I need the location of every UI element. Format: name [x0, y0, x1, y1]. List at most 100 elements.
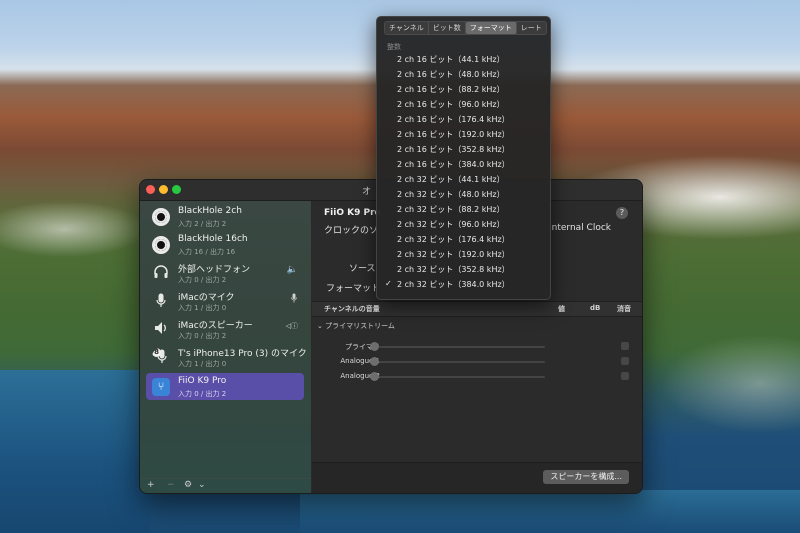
mute-checkbox[interactable] — [621, 342, 629, 350]
device-name: 外部ヘッドフォン — [178, 265, 251, 275]
mute-checkbox[interactable] — [621, 357, 629, 365]
zoom-button[interactable] — [172, 185, 181, 194]
format-menu-item[interactable]: 2 ch 32 ビット（88.2 kHz） — [377, 203, 550, 218]
channel-volume-header: チャンネルの音量 — [324, 305, 380, 313]
format-label: フォーマット — [326, 284, 381, 294]
source-label: ソース — [349, 264, 376, 274]
speaker-icon — [152, 320, 170, 338]
add-device-button[interactable]: + — [147, 480, 155, 490]
channel-row: Analogue 2 — [312, 370, 642, 384]
mute-header: 消音 — [617, 305, 631, 313]
volume-slider-knob[interactable] — [370, 372, 379, 381]
stream-label: プライマリストリーム — [325, 322, 395, 330]
format-menu-item[interactable]: 2 ch 16 ビット（352.8 kHz） — [377, 143, 550, 158]
window-title: オ — [362, 187, 372, 197]
wallpaper-water — [300, 490, 800, 533]
format-menu-item-label: 2 ch 32 ビット（352.8 kHz） — [397, 265, 510, 274]
format-menu-item[interactable]: 2 ch 32 ビット（96.0 kHz） — [377, 218, 550, 233]
sidebar-footer: + − ⚙ ⌄ — [140, 478, 311, 493]
volume-slider[interactable] — [379, 346, 545, 348]
device-io: 入力 2 / 出力 2 — [178, 220, 227, 228]
format-menu-item-label: 2 ch 32 ビット（384.0 kHz） — [397, 280, 510, 289]
minimize-button[interactable] — [159, 185, 168, 194]
format-menu-item[interactable]: 2 ch 32 ビット（44.1 kHz） — [377, 173, 550, 188]
format-menu-item[interactable]: 2 ch 32 ビット（176.4 kHz） — [377, 233, 550, 248]
db-header: dB — [590, 304, 601, 312]
microphone-icon — [290, 293, 298, 306]
format-menu-item-label: 2 ch 16 ビット（96.0 kHz） — [397, 100, 505, 109]
format-menu-item[interactable]: 2 ch 16 ビット（48.0 kHz） — [377, 68, 550, 83]
format-menu-item-label: 2 ch 16 ビット（88.2 kHz） — [397, 85, 505, 94]
format-menu-item-label: 2 ch 16 ビット（352.8 kHz） — [397, 145, 510, 154]
clock-source-label: クロックのソ — [324, 226, 379, 236]
tab-bit-depth[interactable]: ビット数 — [429, 22, 466, 34]
device-item-imac-mic[interactable]: iMacのマイク 入力 1 / 出力 0 — [146, 287, 304, 314]
format-menu-item[interactable]: 2 ch 16 ビット（44.1 kHz） — [377, 53, 550, 68]
channel-row: プライマリ — [312, 340, 642, 354]
volume-table-header: チャンネルの音量 値 dB 消音 — [312, 301, 642, 317]
device-item-blackhole-16ch[interactable]: BlackHole 16ch 入力 16 / 出力 16 — [146, 231, 304, 258]
primary-stream-disclosure[interactable]: ⌄ プライマリストリーム — [317, 321, 395, 331]
device-name: iMacのスピーカー — [178, 321, 253, 331]
help-button[interactable]: ? — [616, 207, 628, 219]
remove-device-button[interactable]: − — [167, 480, 175, 490]
format-menu-item[interactable]: 2 ch 16 ビット（96.0 kHz） — [377, 98, 550, 113]
device-name: FiiO K9 Pro — [178, 376, 227, 386]
device-item-imac-speaker[interactable]: iMacのスピーカー 入力 0 / 出力 2 ◁ⓘ — [146, 315, 304, 342]
device-item-fiio-k9-pro[interactable]: ⑂ FiiO K9 Pro 入力 0 / 出力 2 — [146, 373, 304, 400]
format-menu-item-label: 2 ch 32 ビット（96.0 kHz） — [397, 220, 505, 229]
format-menu-item[interactable]: 2 ch 32 ビット（48.0 kHz） — [377, 188, 550, 203]
volume-slider-knob[interactable] — [370, 357, 379, 366]
format-menu-item[interactable]: 2 ch 32 ビット（352.8 kHz） — [377, 263, 550, 278]
device-io: 入力 0 / 出力 2 — [178, 332, 227, 340]
device-name: iMacのマイク — [178, 293, 235, 303]
format-menu-item[interactable]: 2 ch 16 ビット（384.0 kHz） — [377, 158, 550, 173]
wallpaper-water — [0, 370, 150, 533]
microphone-icon — [152, 292, 170, 310]
device-io: 入力 1 / 出力 0 — [178, 304, 227, 312]
format-menu-item-label: 2 ch 32 ビット（88.2 kHz） — [397, 205, 505, 214]
device-item-iphone-mic[interactable]: 8 T's iPhone13 Pro (3) のマイク 入力 1 / 出力 0 — [146, 343, 307, 370]
format-menu-item-label: 2 ch 32 ビット（192.0 kHz） — [397, 250, 510, 259]
format-menu-item[interactable]: 2 ch 32 ビット（192.0 kHz） — [377, 248, 550, 263]
device-item-blackhole-2ch[interactable]: BlackHole 2ch 入力 2 / 出力 2 — [146, 203, 304, 230]
mute-checkbox[interactable] — [621, 372, 629, 380]
device-io: 入力 1 / 出力 0 — [178, 360, 227, 368]
volume-slider-knob[interactable] — [370, 342, 379, 351]
format-menu-item-label: 2 ch 32 ビット（48.0 kHz） — [397, 190, 505, 199]
chevron-down-icon[interactable]: ⌄ — [198, 480, 206, 490]
tab-format[interactable]: フォーマット — [465, 22, 517, 34]
tab-rate[interactable]: レート — [517, 22, 546, 34]
format-menu-item-label: 2 ch 16 ビット（192.0 kHz） — [397, 130, 510, 139]
format-menu-item-label: 2 ch 32 ビット（44.1 kHz） — [397, 175, 505, 184]
gear-icon[interactable]: ⚙ — [184, 480, 192, 490]
format-menu-item-label: 2 ch 32 ビット（176.4 kHz） — [397, 235, 510, 244]
checkmark-icon: ✓ — [385, 279, 392, 288]
value-header: 値 — [558, 305, 565, 313]
tab-channel[interactable]: チャンネル — [385, 22, 429, 34]
volume-slider[interactable] — [379, 361, 545, 363]
device-io: 入力 0 / 出力 2 — [178, 390, 227, 398]
device-io: 入力 16 / 出力 16 — [178, 248, 236, 256]
channel-row: Analogue 1 — [312, 355, 642, 369]
volume-slider[interactable] — [379, 376, 545, 378]
iphone-badge-icon: 8 — [152, 348, 161, 357]
configure-speakers-button[interactable]: スピーカーを構成... — [543, 470, 629, 484]
format-menu-item[interactable]: 2 ch 16 ビット（176.4 kHz） — [377, 113, 550, 128]
speaker-icon: 🔈 — [286, 265, 298, 275]
device-io: 入力 0 / 出力 2 — [178, 276, 227, 284]
blackhole-icon — [152, 236, 170, 254]
format-menu-item[interactable]: 2 ch 16 ビット（192.0 kHz） — [377, 128, 550, 143]
iphone-microphone-icon: 8 — [152, 348, 170, 366]
device-item-headphones[interactable]: 外部ヘッドフォン 入力 0 / 出力 2 🔈 — [146, 259, 304, 286]
device-name: T's iPhone13 Pro (3) のマイク — [178, 349, 307, 359]
device-name: BlackHole 16ch — [178, 234, 248, 244]
headphones-icon — [152, 264, 170, 282]
close-button[interactable] — [146, 185, 155, 194]
clock-source-value[interactable]: Internal Clock — [549, 223, 611, 233]
device-title: FiiO K9 Pro — [324, 208, 381, 218]
usb-icon: ⑂ — [152, 378, 170, 396]
format-menu-item[interactable]: ✓ 2 ch 32 ビット（384.0 kHz） — [377, 278, 550, 293]
device-name: BlackHole 2ch — [178, 206, 242, 216]
format-menu-item[interactable]: 2 ch 16 ビット（88.2 kHz） — [377, 83, 550, 98]
